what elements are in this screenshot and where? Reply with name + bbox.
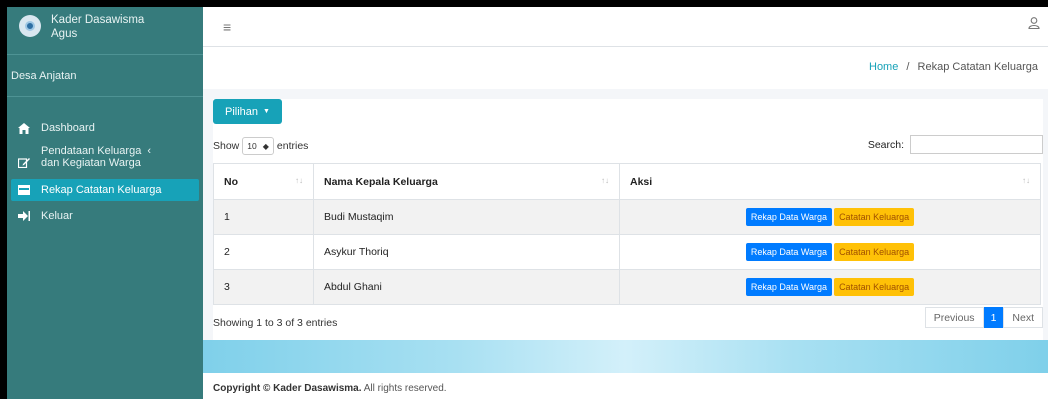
column-header-nama[interactable]: Nama Kepala Keluarga ↑↓ [313,163,620,200]
sidebar-item-rekap[interactable]: Rekap Catatan Keluarga [11,179,199,201]
sidebar-item-label-line2: dan Kegiatan Warga [41,157,141,169]
home-icon [17,122,31,134]
breadcrumb-separator: / [906,61,910,73]
edit-icon [17,157,31,168]
sidebar-nav: Dashboard Pendataan Keluarga ‹ dan Kegiat… [7,97,203,227]
sort-icon: ↑↓ [1022,176,1030,185]
sidebar-item-label: Keluar [41,210,73,222]
column-header-aksi[interactable]: Aksi ↑↓ [619,163,1041,200]
table-icon [17,185,31,195]
breadcrumb-current: Rekap Catatan Keluarga [917,61,1038,73]
sidebar-item-label: Rekap Catatan Keluarga [41,184,162,196]
user-name: Desa Anjatan [11,69,77,82]
sidebar: Kader Dasawisma Agus Desa Anjatan Dashbo… [7,7,203,399]
pilihan-dropdown-button[interactable]: Pilihan ▼ [213,99,282,124]
cell-aksi: Rekap Data Warga Catatan Keluarga [619,199,1041,235]
column-header-label: Aksi [630,175,653,188]
column-header-label: No [224,175,238,188]
sidebar-item-dashboard[interactable]: Dashboard [7,117,203,139]
catatan-keluarga-button[interactable]: Catatan Keluarga [834,208,915,226]
chevron-left-icon: ‹ [147,145,151,157]
table-row: 2 Asykur Thoriq Rekap Data Warga Catatan … [213,234,1041,270]
sidebar-item-keluar[interactable]: Keluar [7,205,203,227]
catatan-keluarga-button[interactable]: Catatan Keluarga [834,243,915,261]
breadcrumb-bar: Home / Rekap Catatan Keluarga [203,47,1048,89]
content-card: Pilihan ▼ Show 10 ◆ entries Search: No ↑… [213,99,1043,342]
select-arrows-icon: ◆ [262,141,269,151]
data-table: No ↑↓ Nama Kepala Keluarga ↑↓ Aksi ↑↓ 1 … [213,163,1041,305]
entries-label: entries [276,140,309,152]
table-row: 1 Budi Mustaqim Rekap Data Warga Catatan … [213,199,1041,235]
footer-rights: All rights reserved. [363,383,447,394]
page-size-control: Show 10 ◆ entries [213,137,308,155]
pagination-previous[interactable]: Previous [924,307,984,328]
catatan-keluarga-button[interactable]: Catatan Keluarga [834,278,915,296]
page-size-value: 10 [247,141,257,151]
page-size-select[interactable]: 10 ◆ [242,137,274,155]
cell-nama: Asykur Thoriq [313,234,620,270]
user-icon[interactable] [1028,16,1040,32]
rekap-data-warga-button[interactable]: Rekap Data Warga [745,278,833,296]
sign-out-icon [17,211,31,221]
footer-copyright-brand: Copyright © Kader Dasawisma. [213,383,362,394]
user-panel[interactable]: Desa Anjatan [7,55,203,97]
rekap-data-warga-button[interactable]: Rekap Data Warga [745,243,833,261]
sort-icon: ↑↓ [601,176,609,185]
brand-logo-icon [19,15,41,37]
column-header-no[interactable]: No ↑↓ [213,163,314,200]
search-input[interactable] [910,135,1043,154]
breadcrumb: Home / Rekap Catatan Keluarga [869,61,1038,73]
topbar: ≡ [203,7,1048,47]
app-frame: Kader Dasawisma Agus Desa Anjatan Dashbo… [7,7,1048,399]
brand-title: Kader Dasawisma [51,14,145,26]
cell-aksi: Rekap Data Warga Catatan Keluarga [619,269,1041,305]
pilihan-label: Pilihan [225,105,259,118]
table-info: Showing 1 to 3 of 3 entries [213,317,338,329]
table-row: 3 Abdul Ghani Rekap Data Warga Catatan Ke… [213,269,1041,305]
sidebar-item-pendataan[interactable]: Pendataan Keluarga ‹ dan Kegiatan Warga [7,143,203,175]
caret-down-icon: ▼ [263,108,270,115]
search-control: Search: [868,135,1043,154]
sort-icon: ↑↓ [295,176,303,185]
pagination-next[interactable]: Next [1003,307,1043,328]
sidebar-item-label: Pendataan Keluarga ‹ dan Kegiatan Warga [41,145,151,169]
pagination: Previous 1 Next [924,307,1043,328]
sidebar-item-label: Dashboard [41,122,95,134]
cell-no: 3 [213,269,314,305]
cell-no: 2 [213,234,314,270]
brand[interactable]: Kader Dasawisma Agus [7,7,203,55]
pagination-page-1[interactable]: 1 [983,307,1004,328]
cell-no: 1 [213,199,314,235]
cell-nama: Abdul Ghani [313,269,620,305]
footer-wave-decoration [203,340,1048,373]
cell-nama: Budi Mustaqim [313,199,620,235]
brand-subtitle: Agus [51,28,78,40]
rekap-data-warga-button[interactable]: Rekap Data Warga [745,208,833,226]
sidebar-item-label-line1: Pendataan Keluarga [41,145,142,157]
brand-text: Kader Dasawisma Agus [51,13,144,41]
show-label: Show [213,140,240,152]
table-header-row: No ↑↓ Nama Kepala Keluarga ↑↓ Aksi ↑↓ [213,163,1041,200]
cell-aksi: Rekap Data Warga Catatan Keluarga [619,234,1041,270]
search-label: Search: [867,138,904,151]
breadcrumb-home-link[interactable]: Home [869,61,898,73]
main-content: ≡ Home / Rekap Catatan Keluarga Pilihan … [203,7,1048,399]
menu-icon[interactable]: ≡ [223,19,231,35]
footer: Copyright © Kader Dasawisma. All rights … [203,373,1048,399]
column-header-label: Nama Kepala Keluarga [324,175,438,188]
